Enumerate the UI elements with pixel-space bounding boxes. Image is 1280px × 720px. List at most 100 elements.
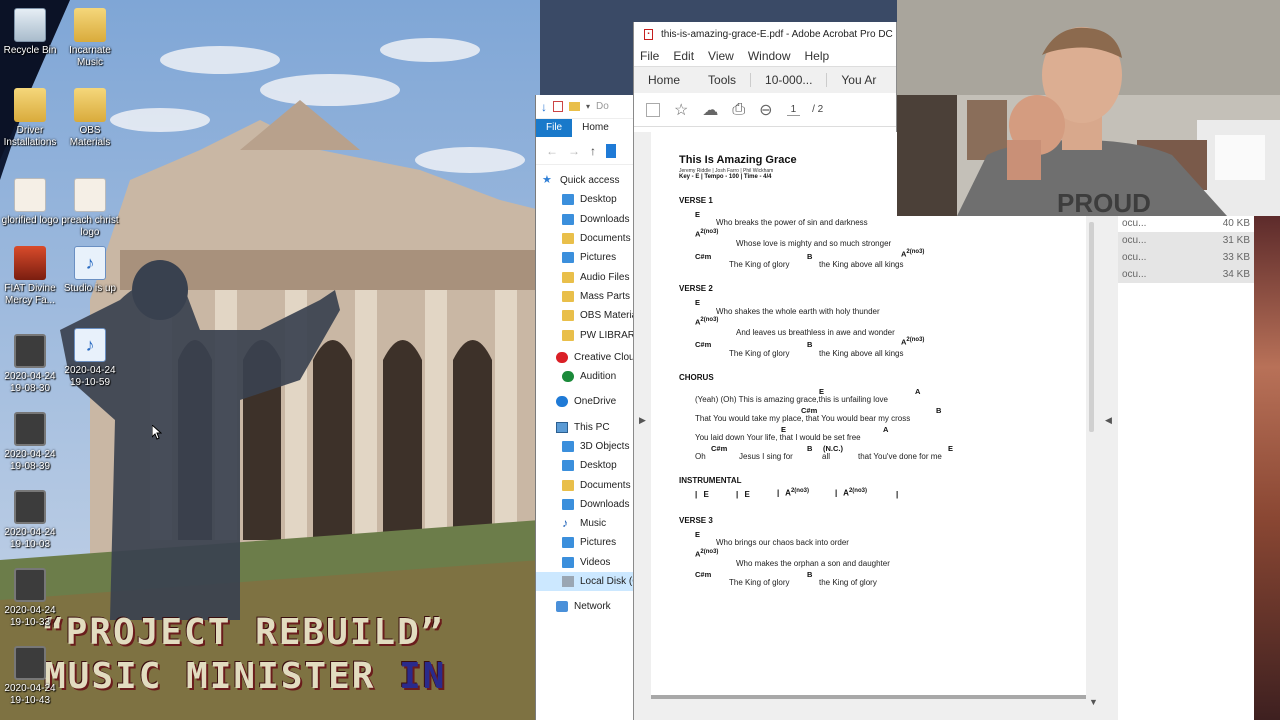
desktop-icon-obs-materials[interactable]: OBS Materials <box>58 88 122 149</box>
horizontal-scrollbar[interactable] <box>651 695 1086 699</box>
desktop-icon-incarnate-music[interactable]: Incarnate Music <box>58 8 122 69</box>
save-icon[interactable] <box>646 102 660 117</box>
nav-network[interactable]: Network <box>536 597 635 616</box>
forward-arrow-icon[interactable]: → <box>568 144 580 158</box>
nav-quick-access[interactable]: ★ Quick access <box>536 171 635 190</box>
vertical-scrollbar[interactable] <box>1089 222 1094 432</box>
upload-cloud-icon[interactable]: ☁ <box>702 100 718 120</box>
nav-downloads-pc[interactable]: Downloads <box>536 495 635 514</box>
nav-music[interactable]: ♪ Music <box>536 514 635 533</box>
nav-downloads[interactable]: Downloads <box>536 210 635 229</box>
desktop-icon-label: 2020-04-24 19-10-59 <box>64 365 116 388</box>
background-window-edge <box>1254 216 1280 720</box>
desktop-icon-studio-is-up[interactable]: ♪ Studio is up <box>58 246 122 295</box>
menu-help[interactable]: Help <box>805 49 830 63</box>
nav-pictures[interactable]: Pictures <box>536 248 635 267</box>
tab-document-2[interactable]: You Ar <box>826 73 890 87</box>
nav-pictures-pc[interactable]: Pictures <box>536 533 635 552</box>
desktop-icon-glorified-logo[interactable]: glorified logo <box>0 178 62 227</box>
file-row[interactable]: ocu... 33 KB <box>1118 249 1254 266</box>
nav-mass-parts[interactable]: Mass Parts <box>536 287 635 306</box>
image-file-icon <box>14 246 46 280</box>
zoom-out-icon[interactable]: ⊖ <box>759 100 772 120</box>
file-size: 40 KB <box>1222 218 1250 229</box>
desktop-icon-preach-christ-logo[interactable]: preach christ logo <box>58 178 122 239</box>
tab-home[interactable]: Home <box>634 73 694 87</box>
nav-desktop[interactable]: Desktop <box>536 190 635 209</box>
lyric-line: The King of glory <box>729 260 790 269</box>
nav-documents-pc[interactable]: Documents <box>536 475 635 494</box>
explorer-ribbon: File Home <box>536 119 635 137</box>
ribbon-tab-home[interactable]: Home <box>572 119 619 137</box>
pdf-viewport[interactable]: ▶ ◀ This Is Amazing Grace Jeremy Riddle … <box>634 132 1118 720</box>
chord-root: | A <box>777 488 791 498</box>
chevron-down-icon[interactable]: ▾ <box>586 102 590 111</box>
disk-icon <box>562 576 574 588</box>
menu-file[interactable]: File <box>640 49 659 63</box>
file-row[interactable]: ocu... 40 KB <box>1118 215 1254 232</box>
nav-pw-library[interactable]: PW LIBRARY <box>536 325 642 344</box>
desktop-icon-label: Incarnate Music <box>69 45 111 68</box>
video-file-icon <box>14 646 46 680</box>
desktop-icon-video-190830[interactable]: 2020-04-24 19-08-30 <box>0 334 62 395</box>
desktop-icon-file-191059[interactable]: ♪ 2020-04-24 19-10-59 <box>58 328 122 389</box>
banner-line-2: MUSIC MINISTER IN <box>44 656 446 697</box>
back-arrow-icon[interactable]: ← <box>546 144 558 158</box>
menu-window[interactable]: Window <box>748 49 791 63</box>
folder-icon <box>74 8 106 42</box>
lyric-line: the King of glory <box>819 578 877 587</box>
scroll-down-arrow-icon[interactable]: ▼ <box>1089 697 1098 707</box>
mouse-cursor-icon <box>152 425 162 440</box>
nav-obs-material[interactable]: OBS Material <box>536 306 639 325</box>
pdf-file-icon: ▪ <box>644 28 653 40</box>
up-arrow-icon[interactable]: ↑ <box>590 144 596 158</box>
nav-label: This PC <box>574 421 610 433</box>
page-number-input[interactable]: 1 <box>786 104 801 116</box>
desktop-icon-video-191043[interactable]: 2020-04-24 19-10-43 <box>0 646 62 707</box>
desktop-icon-label: Studio is up <box>63 283 117 294</box>
desktop-icon-recycle-bin[interactable]: Recycle Bin <box>0 8 62 57</box>
chord: A2(no3) <box>901 337 924 347</box>
menu-view[interactable]: View <box>708 49 734 63</box>
left-pane-toggle-icon[interactable]: ▶ <box>639 415 646 426</box>
nav-audition[interactable]: Audition <box>536 367 635 386</box>
print-icon[interactable]: ⎙ <box>732 101 745 119</box>
nav-label: Downloads <box>580 498 630 510</box>
chord: B <box>807 444 813 453</box>
tab-tools[interactable]: Tools <box>694 73 750 87</box>
bookmark-star-icon[interactable]: ☆ <box>674 100 688 120</box>
desktop-icon-video-190839[interactable]: 2020-04-24 19-08-39 <box>0 412 62 473</box>
desktop-icon-driver-installations[interactable]: Driver Installations <box>0 88 62 149</box>
ribbon-tab-file[interactable]: File <box>536 119 573 137</box>
tab-document-1[interactable]: 10-000... <box>750 73 826 87</box>
nav-onedrive[interactable]: OneDrive <box>536 392 635 411</box>
nav-this-pc[interactable]: This PC <box>536 418 635 437</box>
desktop-icon-video-191003[interactable]: 2020-04-24 19-10-03 <box>0 490 62 551</box>
page-indicator: 1 / 2 <box>786 104 823 116</box>
nav-desktop-pc[interactable]: Desktop <box>536 456 635 475</box>
file-row[interactable]: ocu... 34 KB <box>1118 266 1254 283</box>
chord-extension: 2(no3) <box>906 249 925 255</box>
nav-creative-cloud[interactable]: Creative Cloud <box>536 348 640 367</box>
new-folder-icon[interactable] <box>569 102 580 111</box>
nav-local-disk[interactable]: Local Disk (C: <box>536 571 642 592</box>
file-row[interactable]: ocu... 31 KB <box>1118 232 1254 249</box>
desktop-icon-video-191033[interactable]: 2020-04-24 19-10-33 <box>0 568 62 629</box>
right-pane-toggle-icon[interactable]: ◀ <box>1105 415 1112 426</box>
acrobat-toolbar: ☆ ☁ ⎙ ⊖ 1 / 2 <box>634 93 896 127</box>
documents-icon <box>562 233 574 245</box>
nav-3d-objects[interactable]: 3D Objects <box>536 437 635 456</box>
creative-cloud-icon <box>556 351 568 363</box>
nav-documents[interactable]: Documents <box>536 229 635 248</box>
chord: A <box>883 425 889 434</box>
chord: A2(no3) <box>695 317 718 327</box>
menu-edit[interactable]: Edit <box>673 49 694 63</box>
download-arrow-icon[interactable]: ↓ <box>541 100 547 114</box>
nav-videos[interactable]: Videos <box>536 553 635 572</box>
desktop-icon-fiat-divine-mercy[interactable]: FIAT Divine Mercy Fa... <box>0 246 62 307</box>
file-name: ocu... <box>1122 218 1147 229</box>
instrumental-bar: | <box>896 490 899 499</box>
chord: A <box>915 387 921 396</box>
nav-audio-files[interactable]: Audio Files <box>536 267 635 286</box>
properties-icon[interactable] <box>553 101 563 112</box>
